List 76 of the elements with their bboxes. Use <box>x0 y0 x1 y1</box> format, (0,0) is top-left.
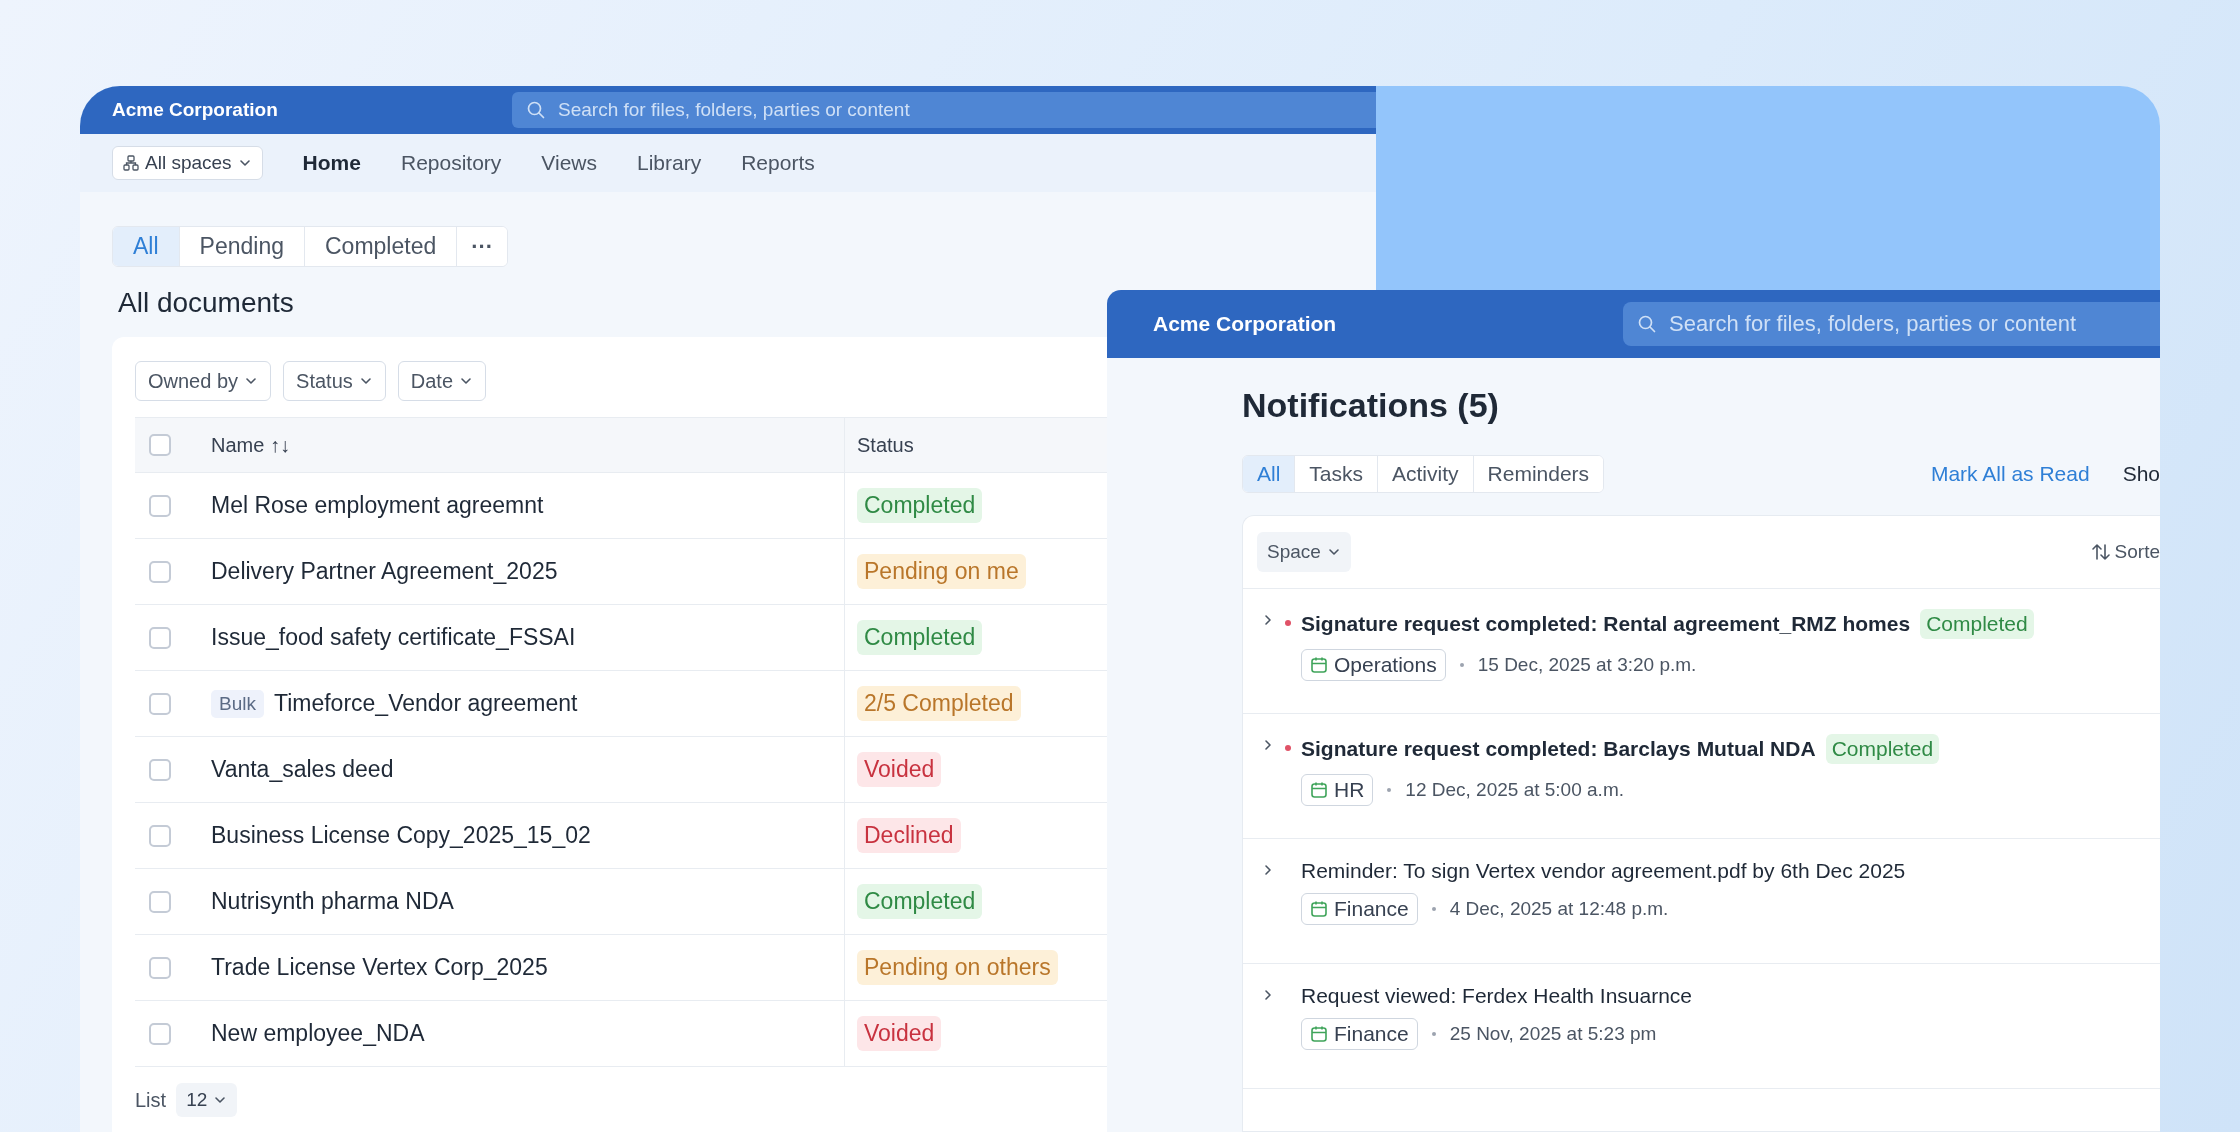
nav-link[interactable]: Library <box>637 151 702 175</box>
row-checkbox[interactable] <box>149 824 171 847</box>
page-heading: All documents <box>118 287 295 319</box>
row-checkbox[interactable] <box>149 758 171 781</box>
search-icon <box>526 100 546 120</box>
row-checkbox[interactable] <box>149 692 171 715</box>
nav-link[interactable]: Reports <box>741 151 815 175</box>
row-checkbox[interactable] <box>149 560 171 583</box>
document-name[interactable]: Mel Rose employment agreemnt <box>211 492 544 519</box>
calendar-icon <box>1310 781 1328 799</box>
bulk-tag: Bulk <box>211 689 264 718</box>
status-badge: Completed <box>857 488 983 523</box>
nav-link[interactable]: Repository <box>400 151 502 175</box>
nav-link[interactable]: Views <box>541 151 597 175</box>
brand-name: Acme Corporation <box>111 99 279 121</box>
select-all-checkbox[interactable] <box>149 434 171 456</box>
space-tag: Finance <box>1301 1018 1418 1050</box>
status-badge: 2/5 Completed <box>857 686 1021 721</box>
calendar-icon <box>1310 900 1328 918</box>
filter-dropdown[interactable]: Owned by <box>135 361 272 401</box>
spaces-dropdown[interactable]: All spaces <box>112 146 263 180</box>
calendar-icon <box>1310 656 1328 674</box>
status-badge: Completed <box>857 884 983 919</box>
space-dropdown[interactable]: Space <box>1257 532 1351 572</box>
row-checkbox[interactable] <box>149 494 171 517</box>
space-tag: Finance <box>1301 893 1418 925</box>
document-name[interactable]: Nutrisynth pharma NDA <box>211 888 454 915</box>
sort-button[interactable]: Sorte <box>2090 541 2160 563</box>
document-name[interactable]: Delivery Partner Agreement_2025 <box>211 558 558 585</box>
space-tag: Operations <box>1301 649 1446 681</box>
status-badge: Declined <box>857 818 961 853</box>
notification-title: Signature request completed: Rental agreement_RMZ homes <box>1301 612 1911 636</box>
timestamp: 25 Nov, 2025 at 5:23 pm <box>1449 1023 1657 1045</box>
space-tag: HR <box>1301 774 1374 806</box>
filter-dropdown[interactable]: Date <box>397 361 486 401</box>
row-checkbox[interactable] <box>149 890 171 913</box>
document-name[interactable]: Business License Copy_2025_15_02 <box>211 822 591 849</box>
mark-all-read-link[interactable]: Mark All as Read <box>1930 462 2090 486</box>
calendar-icon <box>1310 1025 1328 1043</box>
hierarchy-icon <box>123 155 139 171</box>
notification-title: Reminder: To sign Vertex vendor agreement.pdf by 6th Dec 2025 <box>1301 859 1906 883</box>
notification-title: Signature request completed: Barclays Mutual NDA <box>1301 737 1816 761</box>
action-button[interactable]: Sho <box>2122 462 2160 486</box>
document-name[interactable]: Issue_food safety certificate_FSSAI <box>211 624 576 651</box>
notification-item[interactable]: Reminder: To sign Vertex vendor agreement.pdf by 6th Dec 2025 Finance 4 Dec, 2025 at 12:48 p.m. <box>1243 839 2160 964</box>
status-badge: Completed <box>857 620 983 655</box>
status-badge: Voided <box>857 1016 942 1051</box>
document-name[interactable]: Trade License Vertex Corp_2025 <box>211 954 548 981</box>
status-badge: Completed <box>1920 609 2034 639</box>
list-label: List <box>135 1088 167 1112</box>
document-name[interactable]: Vanta_sales deed <box>211 756 394 783</box>
timestamp: 12 Dec, 2025 at 5:00 a.m. <box>1405 779 1624 801</box>
filter-dropdown[interactable]: Status <box>283 361 386 401</box>
status-badge: Completed <box>1825 734 1940 764</box>
notification-item[interactable]: Signature request completed: Barclays Mutual NDA Completed HR 12 Dec, 2025 at 5:00 a.m. <box>1243 714 2160 839</box>
search-placeholder: Search for files, folders, parties or content <box>558 99 910 121</box>
notification-item[interactable]: Signature request completed: Rental agreement_RMZ homes Completed Operations 15 Dec, 2025 at 3:20 p.m. <box>1243 589 2160 714</box>
timestamp: 15 Dec, 2025 at 3:20 p.m. <box>1477 654 1697 676</box>
column-header[interactable]: Name ↑↓ <box>211 417 845 473</box>
notification-title: Request viewed: Ferdex Health Insuarnce <box>1301 984 1693 1008</box>
status-badge: Voided <box>857 752 942 787</box>
sort-icon <box>2090 543 2111 561</box>
search-placeholder: Search for files, folders, parties or content <box>1669 311 2077 337</box>
document-name[interactable]: Timeforce_Vendor agreement <box>273 690 578 717</box>
row-checkbox[interactable] <box>149 626 171 649</box>
status-badge: Pending on me <box>857 554 1026 589</box>
search-icon <box>1637 314 1657 334</box>
document-name[interactable]: New employee_NDA <box>211 1020 425 1047</box>
row-checkbox[interactable] <box>149 956 171 979</box>
notification-item[interactable]: Request viewed: Ferdex Health Insuarnce Finance 25 Nov, 2025 at 5:23 pm <box>1243 964 2160 1089</box>
row-checkbox[interactable] <box>149 1022 171 1045</box>
status-badge: Pending on others <box>857 950 1058 985</box>
page-size-dropdown[interactable]: 12 <box>176 1083 238 1117</box>
brand-name: Acme Corporation <box>1152 312 1338 336</box>
timestamp: 4 Dec, 2025 at 12:48 p.m. <box>1449 898 1669 920</box>
nav-link[interactable]: Home <box>302 151 361 175</box>
